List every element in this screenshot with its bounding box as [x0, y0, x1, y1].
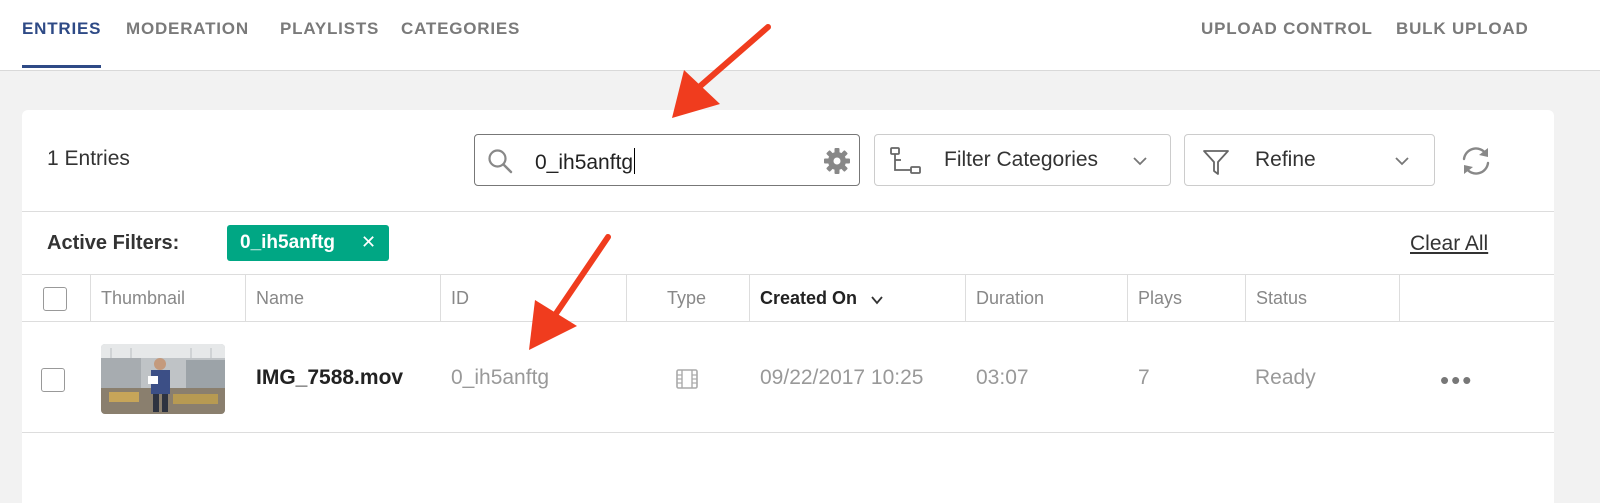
col-thumbnail: Thumbnail: [90, 275, 245, 322]
select-all-checkbox[interactable]: [43, 287, 67, 311]
remove-filter-icon[interactable]: ✕: [361, 232, 376, 253]
clear-all-link[interactable]: Clear All: [1410, 232, 1488, 256]
video-icon: [676, 369, 698, 389]
col-status[interactable]: Status: [1245, 275, 1399, 322]
chevron-down-icon: [1395, 157, 1409, 166]
refine-label: Refine: [1255, 148, 1316, 171]
tab-entries[interactable]: ENTRIES: [22, 0, 102, 68]
entries-card: 1 Entries 0_ih5anftg Filter Categories R…: [22, 110, 1554, 503]
upload-control-link[interactable]: UPLOAD CONTROL: [1201, 0, 1373, 68]
table-header: Thumbnail Name ID Type Created On Durati…: [22, 275, 1554, 322]
table-row[interactable]: IMG_7588.mov 0_ih5anftg 09/22/2017 10:25…: [22, 323, 1554, 433]
sort-desc-icon: [871, 296, 883, 305]
entry-plays: 7: [1138, 366, 1150, 389]
col-name[interactable]: Name: [245, 275, 440, 322]
filter-categories-label: Filter Categories: [944, 148, 1099, 171]
entry-created-on: 09/22/2017 10:25: [760, 366, 924, 389]
col-created-on[interactable]: Created On: [749, 275, 965, 322]
entry-id: 0_ih5anftg: [451, 366, 550, 389]
refresh-icon[interactable]: [1459, 144, 1493, 178]
top-nav: ENTRIES MODERATION PLAYLISTS CATEGORIES …: [0, 0, 1600, 71]
tab-moderation[interactable]: MODERATION: [126, 0, 249, 68]
divider: [22, 211, 1554, 212]
entries-count: 1 Entries: [47, 147, 130, 170]
text-caret: [634, 148, 636, 174]
col-plays[interactable]: Plays: [1127, 275, 1245, 322]
filter-funnel-icon: [1203, 150, 1229, 175]
search-value: 0_ih5anftg: [535, 151, 634, 174]
search-input[interactable]: 0_ih5anftg: [474, 134, 860, 186]
filter-tag: 0_ih5anftg ✕: [227, 225, 389, 261]
search-icon: [488, 149, 513, 174]
entry-status: Ready: [1255, 366, 1316, 389]
category-tree-icon: [890, 147, 921, 174]
bulk-upload-link[interactable]: BULK UPLOAD: [1396, 0, 1529, 68]
filter-categories-dropdown[interactable]: Filter Categories: [874, 134, 1171, 186]
annotation-arrow: [529, 234, 611, 350]
active-filters-label: Active Filters:: [47, 232, 180, 254]
row-checkbox[interactable]: [41, 368, 65, 392]
col-created-on-label: Created On: [760, 288, 858, 308]
col-actions: [1399, 275, 1554, 322]
refine-dropdown[interactable]: Refine: [1184, 134, 1435, 186]
annotation-arrow: [672, 24, 771, 118]
video-thumbnail[interactable]: [101, 344, 225, 414]
chevron-down-icon: [1133, 157, 1147, 166]
gear-icon[interactable]: [823, 147, 851, 175]
tab-playlists[interactable]: PLAYLISTS: [280, 0, 379, 68]
entry-name[interactable]: IMG_7588.mov: [256, 366, 403, 390]
filter-tag-label: 0_ih5anftg: [240, 232, 336, 253]
col-duration[interactable]: Duration: [965, 275, 1127, 322]
entry-duration: 03:07: [976, 366, 1029, 389]
tab-categories[interactable]: CATEGORIES: [401, 0, 520, 68]
col-type[interactable]: Type: [626, 275, 749, 322]
more-actions-icon[interactable]: •••: [1440, 365, 1473, 396]
